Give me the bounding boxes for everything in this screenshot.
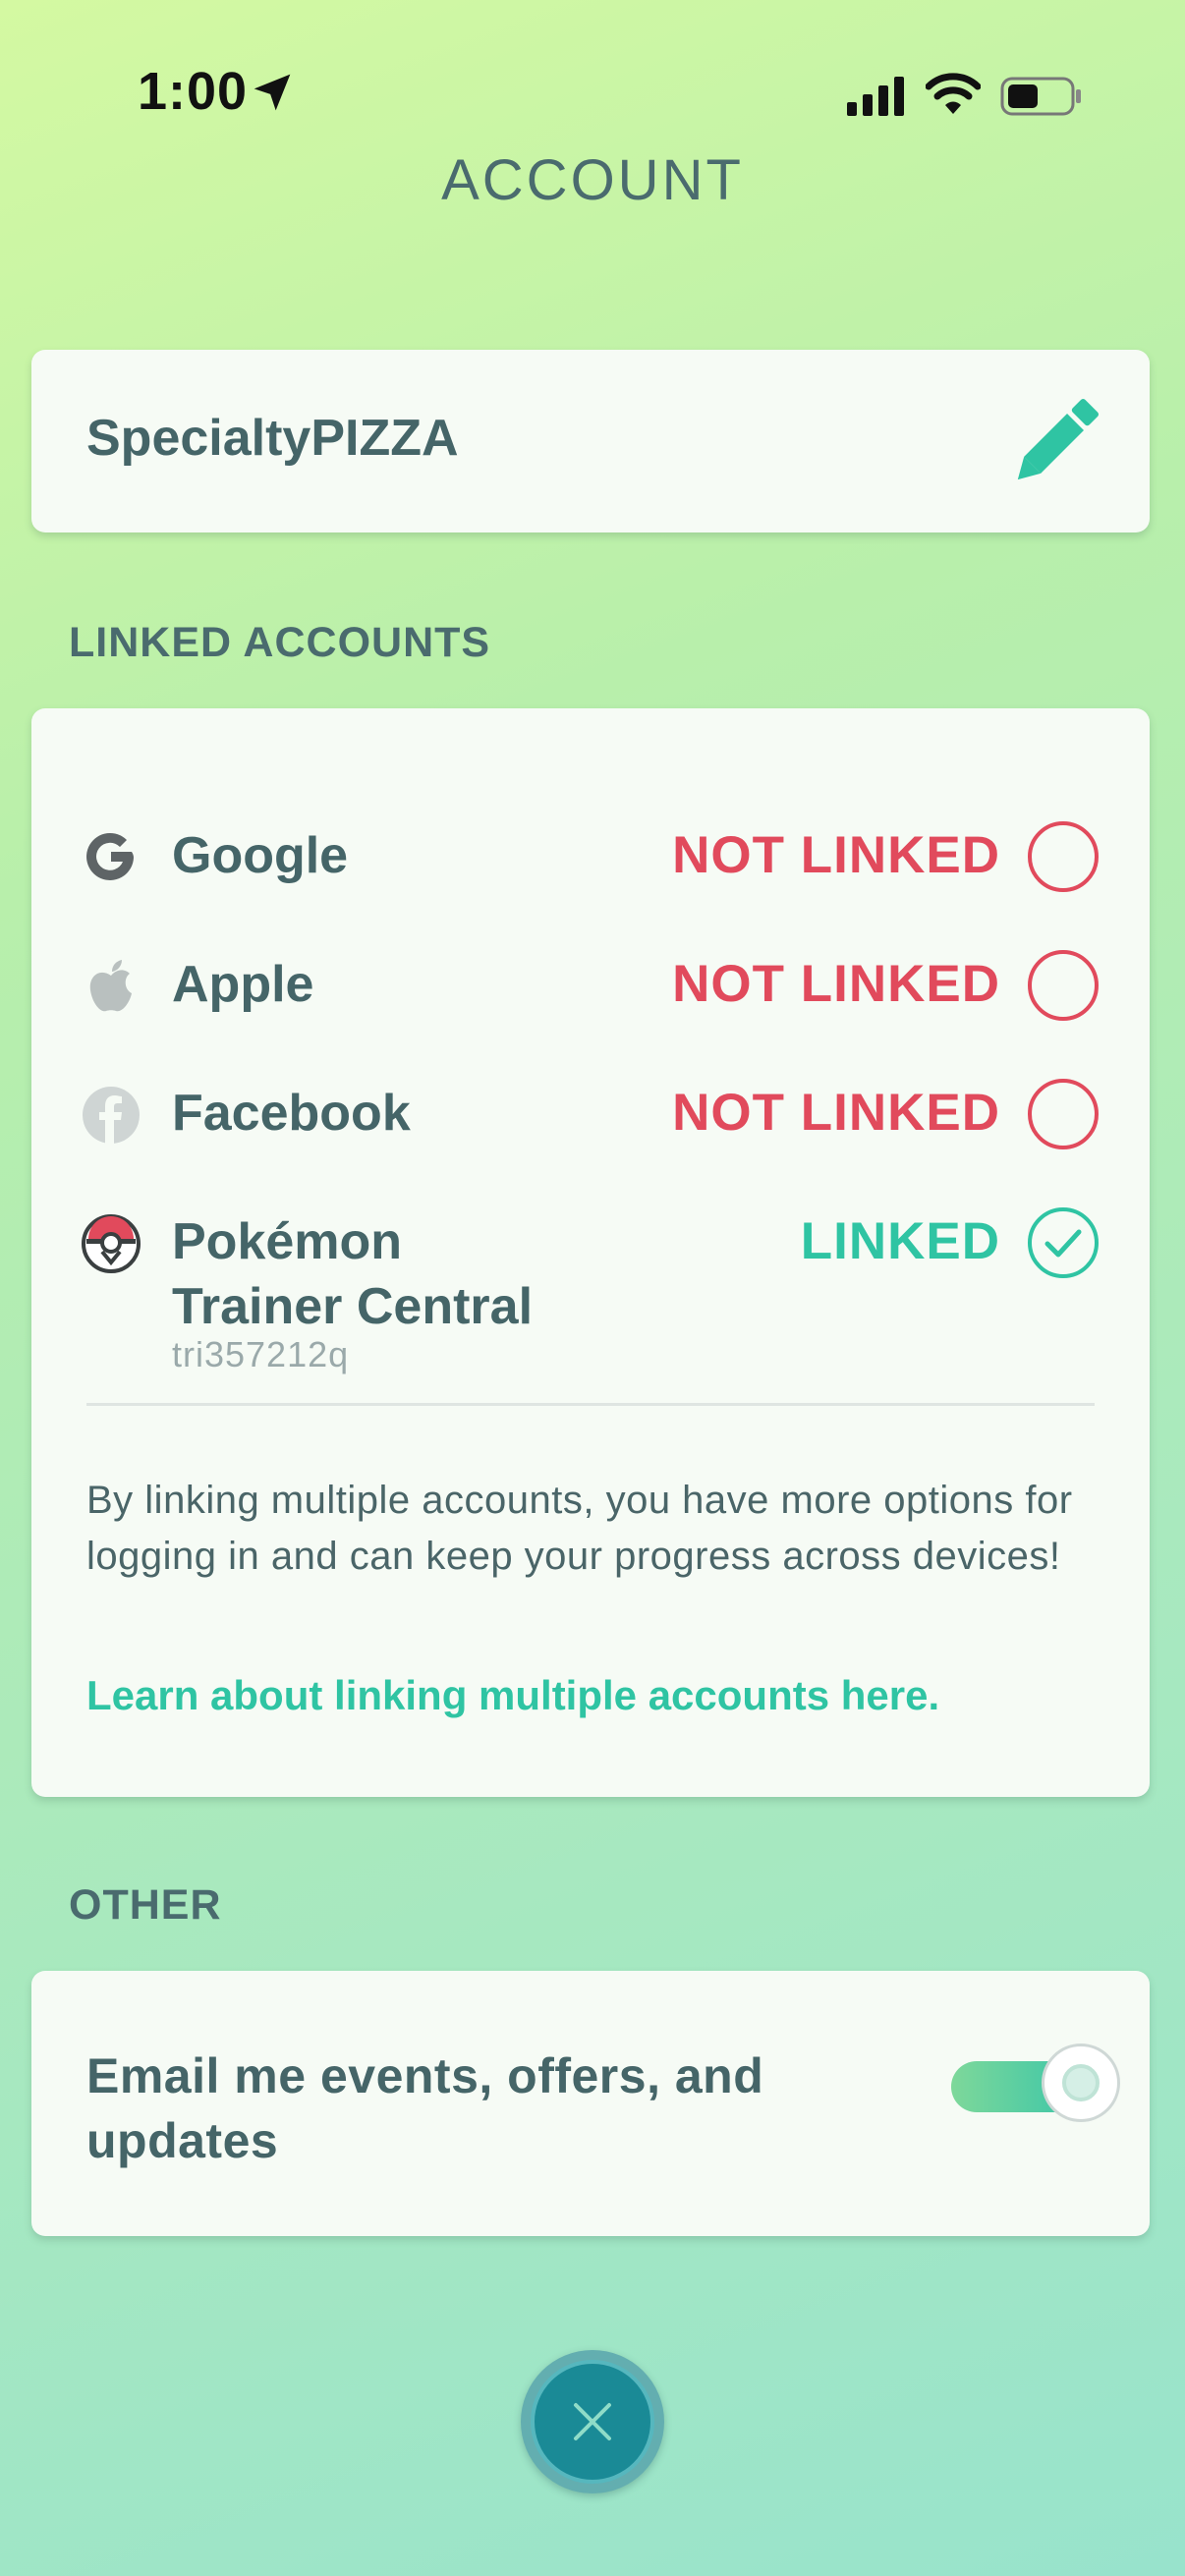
checkmark-icon [1044,1229,1082,1258]
email-opt-in-toggle[interactable] [951,2044,1134,2128]
username-card: SpecialtyPIZZA [31,350,1150,532]
linked-accounts-card: Google NOT LINKED Apple NOT LINKED Faceb… [31,708,1150,1797]
close-button[interactable] [521,2350,664,2493]
link-status: LINKED [800,1212,1000,1270]
page-title: ACCOUNT [441,148,744,212]
pencil-icon [1017,398,1100,480]
toggle-knob [1042,2044,1120,2122]
link-checkbox[interactable] [1028,821,1099,892]
other-label: OTHER [69,1881,222,1929]
account-name-line2: Trainer Central [172,1278,534,1335]
linking-info-text: By linking multiple accounts, you have m… [86,1479,1073,1578]
cellular-signal-icon [847,77,904,116]
location-arrow-icon [254,74,291,111]
link-checkbox-checked[interactable] [1028,1207,1099,1278]
wifi-icon [926,73,981,114]
account-row-apple[interactable]: Apple NOT LINKED [31,936,1150,1035]
username: SpecialtyPIZZA [86,410,459,467]
email-opt-in-label: Email me events, offers, and updates [86,2048,764,2168]
linked-accounts-label: LINKED ACCOUNTS [69,619,491,666]
link-checkbox[interactable] [1028,950,1099,1021]
account-username: tri357212q [172,1334,350,1374]
link-status: NOT LINKED [672,826,1000,884]
facebook-icon [83,1087,140,1144]
close-button-inner [531,2360,654,2484]
account-name-line1: Pokémon [172,1213,403,1270]
other-card: Email me events, offers, and updates [31,1971,1150,2236]
divider [86,1403,1095,1406]
account-row-facebook[interactable]: Facebook NOT LINKED [31,1065,1150,1163]
account-name: Pokémon Trainer Central [172,1209,533,1339]
link-status: NOT LINKED [672,955,1000,1013]
status-time: 1:00 [138,62,249,121]
toggle-knob-center [1062,2064,1100,2101]
account-name: Facebook [172,1085,411,1142]
close-icon [574,2403,611,2440]
apple-icon [89,960,132,1012]
learn-more-link[interactable]: Learn about linking multiple accounts he… [86,1672,939,1719]
link-status: NOT LINKED [672,1084,1000,1142]
account-row-pokemon-trainer-central[interactable]: Pokémon Trainer Central LINKED tri357212… [31,1194,1150,1380]
account-name: Google [172,827,349,884]
account-name: Apple [172,956,314,1013]
pokeball-icon [82,1214,141,1273]
link-checkbox[interactable] [1028,1079,1099,1149]
google-icon [86,832,134,880]
account-row-google[interactable]: Google NOT LINKED [31,808,1150,906]
edit-username-button[interactable] [1006,393,1104,491]
battery-icon [1000,77,1081,116]
